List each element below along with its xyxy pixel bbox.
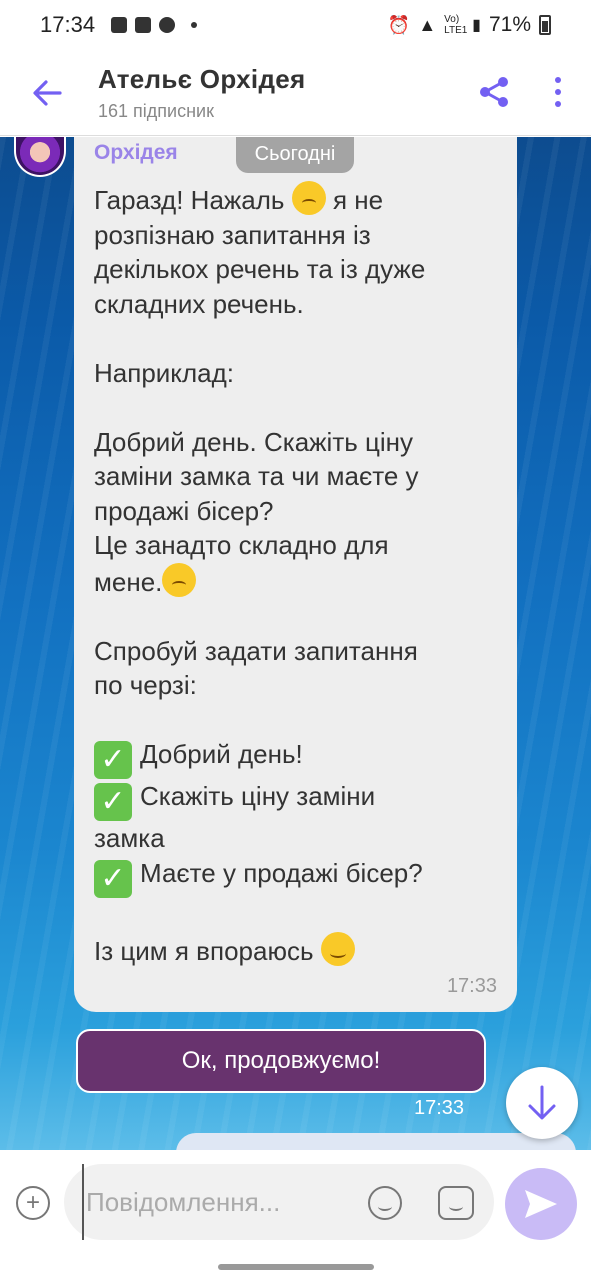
message-time: 17:33 [446, 975, 497, 997]
check-mark-icon: ✓ [94, 741, 132, 779]
check-mark-icon: ✓ [94, 859, 132, 898]
smiling-face-icon [320, 932, 355, 966]
more-notifications-dot [191, 22, 198, 28]
status-time: 17:34 [40, 12, 96, 37]
back-button[interactable] [26, 72, 68, 114]
outgoing-time: 17:33 [414, 1097, 465, 1119]
message-input-wrapper[interactable] [64, 1164, 494, 1240]
more-button[interactable] [546, 72, 570, 112]
header-titles[interactable]: Ательє Орхідея 161 підписник [98, 64, 306, 122]
status-right: ⏰ ▲ Vo) LTE1 ▮ 71% [388, 13, 551, 37]
share-button[interactable] [474, 72, 514, 112]
sender-name[interactable]: Орхідея [94, 141, 178, 165]
pensive-face-icon [162, 562, 197, 597]
more-vertical-icon [555, 77, 561, 83]
channel-title: Ательє Орхідея [98, 64, 306, 94]
send-button[interactable] [505, 1168, 577, 1240]
battery-icon [539, 15, 551, 35]
network-label: Vo) LTE1 [444, 14, 468, 36]
battery-percent: 71% [488, 13, 531, 36]
message-input[interactable] [82, 1164, 362, 1240]
signal-icon: ▮ [472, 17, 481, 34]
share-icon [480, 77, 508, 107]
notification-icons [111, 17, 198, 33]
gallery-icon [111, 17, 128, 33]
sync-icon [159, 17, 176, 33]
navigation-bar [0, 1250, 591, 1280]
compose-bar: + [0, 1150, 591, 1250]
subscriber-count: 161 підписник [98, 101, 214, 121]
status-bar: 17:34 ⏰ ▲ Vo) LTE1 ▮ 71% [0, 0, 591, 50]
next-message-preview[interactable] [176, 1133, 576, 1150]
youtube-icon [135, 17, 152, 33]
arrow-down-icon [528, 1085, 556, 1120]
sad-face-icon [291, 181, 326, 215]
check-mark-icon: ✓ [94, 783, 132, 821]
smiley-icon[interactable] [368, 1186, 402, 1220]
message-text: Гаразд! Нажаль я не розпізнаю запитання … [94, 181, 499, 969]
scroll-down-button[interactable] [506, 1067, 578, 1139]
chat-area[interactable]: Орхідея Гаразд! Нажаль я не розпізнаю за… [0, 137, 591, 1150]
send-icon [525, 1190, 557, 1218]
sender-avatar[interactable] [14, 137, 66, 177]
incoming-message[interactable]: Орхідея Гаразд! Нажаль я не розпізнаю за… [74, 137, 517, 1012]
date-chip: Сьогодні [236, 137, 354, 173]
wifi-icon: ▲ [418, 14, 437, 35]
home-indicator[interactable] [218, 1264, 374, 1270]
sticker-icon[interactable] [438, 1186, 474, 1220]
alarm-icon: ⏰ [387, 14, 411, 35]
quick-reply-button[interactable]: Ок, продовжуємо! [76, 1029, 486, 1093]
arrow-left-icon [33, 80, 62, 106]
chat-header: Ательє Орхідея 161 підписник [0, 50, 591, 136]
plus-circle-icon[interactable]: + [16, 1186, 50, 1220]
